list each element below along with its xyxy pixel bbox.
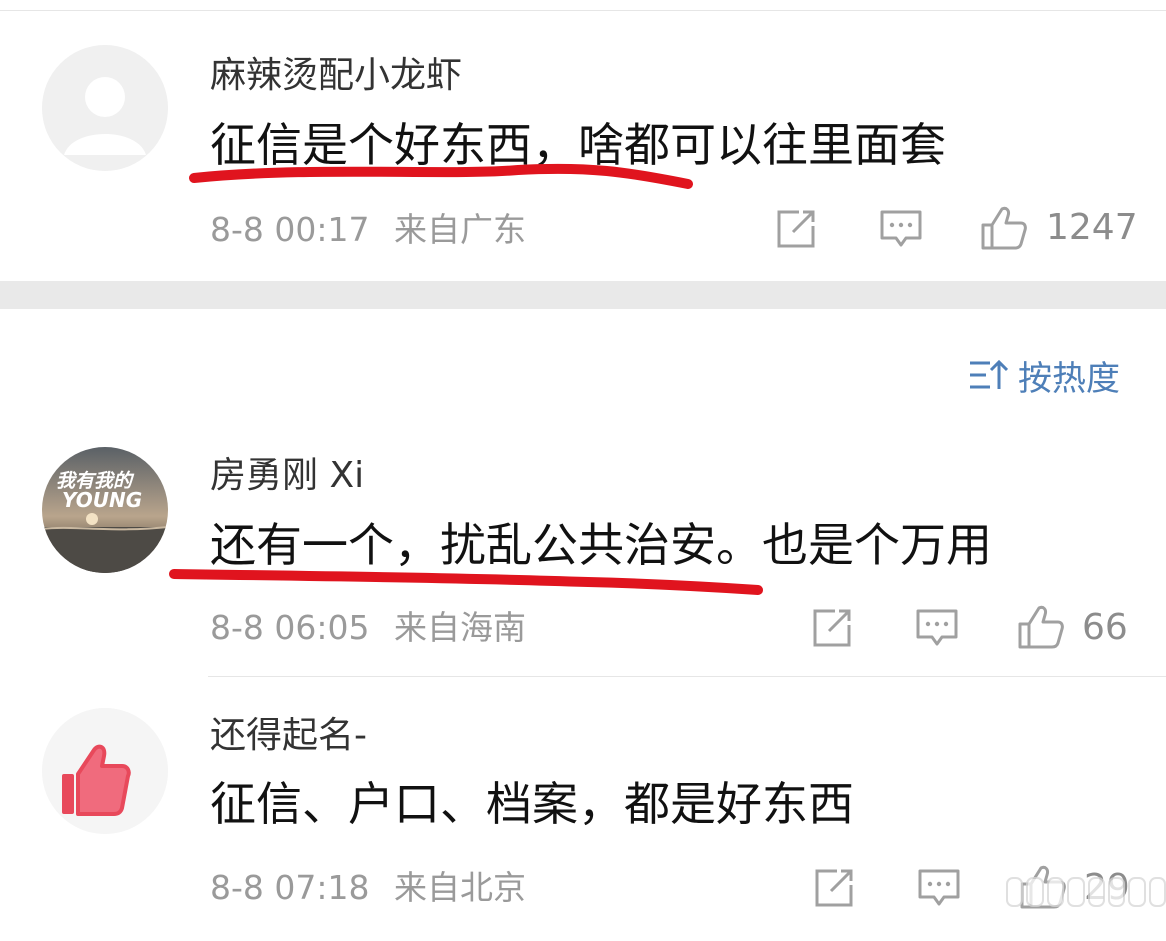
comment-time: 8-8 07:18 xyxy=(210,868,370,907)
avatar[interactable] xyxy=(42,708,168,834)
username[interactable]: 还得起名- xyxy=(210,716,367,756)
comment-text: 征信、户口、档案，都是好东西 xyxy=(210,777,854,831)
comment-meta: 8-8 07:18 来自北京 xyxy=(210,868,526,908)
comment-item[interactable]: 还得起名- 征信、户口、档案，都是好东西 8-8 07:18 来自北京 29 xyxy=(0,0,1166,941)
watermark xyxy=(1006,872,1166,912)
comment-icon[interactable] xyxy=(917,867,961,909)
repost-icon[interactable] xyxy=(813,867,855,909)
comment-location: 来自北京 xyxy=(394,868,526,907)
comment-thread: 麻辣烫配小龙虾 征信是个好东西，啥都可以往里面套 8-8 00:17 来自广东 … xyxy=(0,0,1166,941)
thumbs-up-avatar-icon xyxy=(42,708,168,834)
